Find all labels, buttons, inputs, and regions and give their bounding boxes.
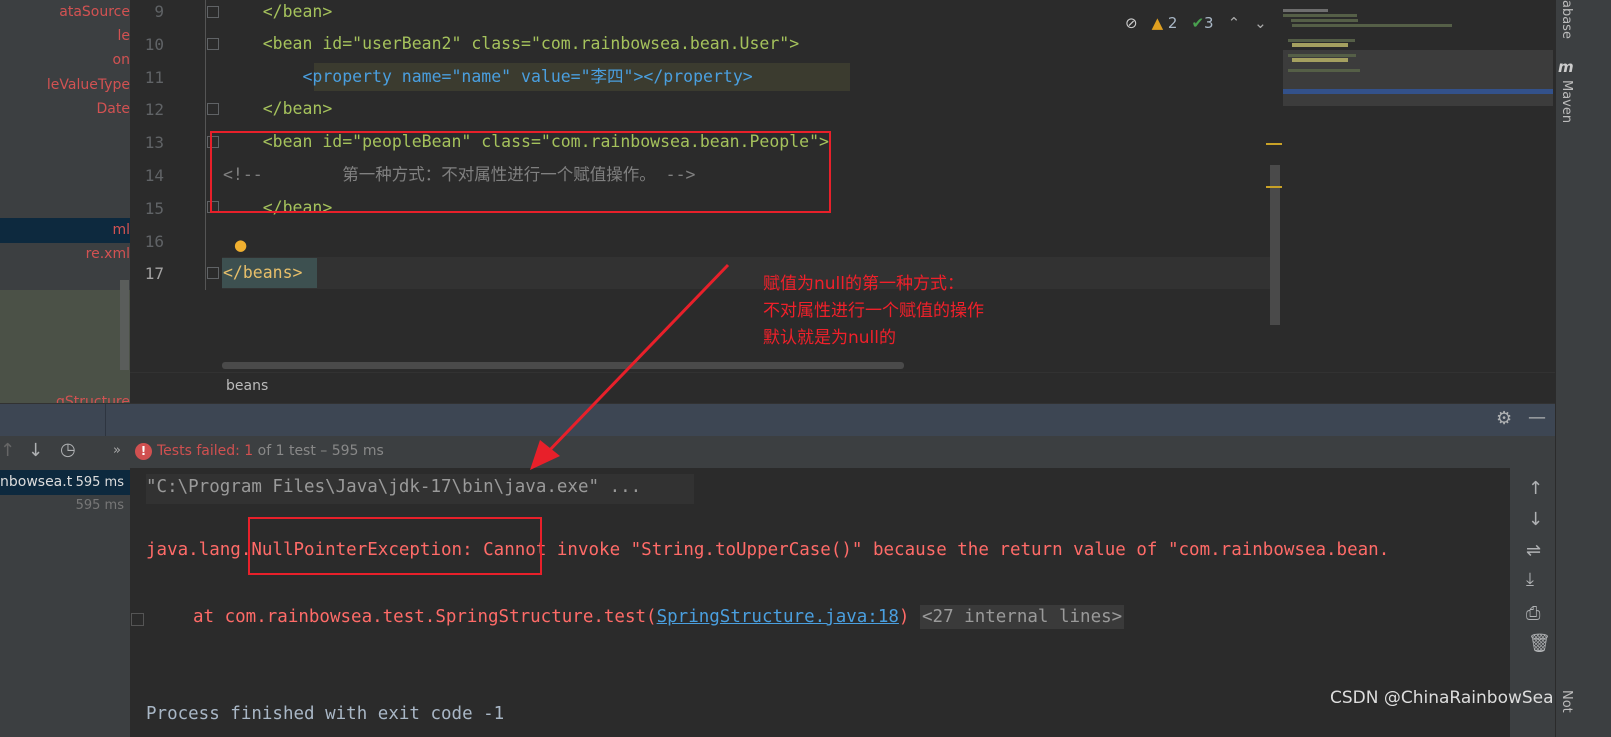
console-output[interactable]: "C:\Program Files\Java\jdk-17\bin\java.e… [130,468,1510,737]
warning-marker[interactable] [1266,143,1282,145]
fold-icon[interactable] [207,103,219,115]
tree-item[interactable]: le [0,24,130,49]
maven-icon: m [1558,58,1574,76]
next-highlight-icon[interactable]: ⌄ [1254,14,1267,32]
tree-item[interactable]: ataSource [0,0,130,25]
code-line: </beans> [223,263,303,282]
warning-count[interactable]: ▲ 2 [1152,14,1178,32]
internal-lines-fold[interactable]: <27 internal lines> [920,605,1125,629]
project-tree-panel: ataSource le on leValueType Date ml re.x… [0,0,130,403]
annotation-line: 默认就是为null的 [763,328,896,348]
run-tool-window-header: ⚙ — [0,403,1555,437]
status-summary: of 1 test – 595 ms [257,443,384,459]
tree-item[interactable]: re.xml [0,242,130,267]
line-number: 13 [144,133,164,152]
notifications-tool-button[interactable]: Not [1559,690,1574,713]
line-number: 9 [154,2,164,21]
code-minimap[interactable] [1283,6,1553,106]
test-time: 595 ms [75,498,124,513]
check-icon: ✔ [1191,14,1205,32]
line-number: 17 [144,264,164,283]
failed-count: 1 [244,443,254,459]
test-runner-toolbar: ↑ ↓ ◷ » ! Tests failed: 1 of 1 test – 59… [0,436,1555,468]
fold-icon[interactable] [207,267,219,279]
stack-frame: at com.rainbowsea.test.SpringStructure.t… [193,607,657,627]
up-arrow-icon[interactable]: ↑ [1528,478,1543,499]
ok-count[interactable]: ✔3 [1191,14,1213,32]
sidebar-scrollbar[interactable] [120,280,129,370]
reader-mode-icon[interactable]: ⊘ [1125,14,1138,32]
print-icon[interactable]: ⎙ [1526,603,1540,624]
maven-tool-button[interactable]: Maven [1559,80,1574,123]
previous-failed-icon[interactable]: ↑ [0,440,15,461]
fold-icon[interactable] [207,6,219,18]
warning-icon: ▲ [1151,14,1164,32]
tree-item[interactable]: Date [0,97,130,122]
annotation-line: 赋值为null的第一种方式： [763,274,964,294]
error-icon: ! [135,443,152,460]
annotation-arrow [530,263,730,470]
down-arrow-icon[interactable]: ↓ [1528,509,1543,530]
inspection-widget: ⊘ ▲ 2 ✔3 ⌃ ⌄ [1125,14,1267,32]
test-tree-item[interactable]: nbowsea.te 595 ms [0,470,130,495]
annotation-text: 赋值为null的第一种方式： 不对属性进行一个赋值的操作 默认就是为null的 [763,271,984,352]
gutter-divider [205,0,206,290]
tree-item[interactable]: leValueType [0,73,130,98]
console-command-line: "C:\Program Files\Java\jdk-17\bin\java.e… [146,477,642,497]
line-number: 15 [144,199,164,218]
tree-item[interactable]: gStructure [0,390,130,403]
tree-item[interactable]: on [0,48,130,73]
ok-count-value: 3 [1204,14,1214,32]
test-name: nbowsea.te [0,474,81,490]
breadcrumb: beans [130,372,1555,403]
more-icon[interactable]: » [113,443,121,458]
warning-marker[interactable] [1266,186,1282,188]
test-time: 595 ms [72,470,124,495]
fold-icon[interactable] [207,38,219,50]
stack-frame-end: ) [898,607,910,627]
trash-icon[interactable]: 🗑 [1528,633,1551,654]
settings-gear-icon[interactable]: ⚙ [1496,408,1512,429]
right-tool-stripe: abase m Maven Not [1555,0,1611,737]
annotation-line: 不对属性进行一个赋值的操作 [763,301,984,321]
watermark: CSDN @ChinaRainbowSea [1330,688,1554,708]
annotation-box [210,131,831,213]
previous-highlight-icon[interactable]: ⌃ [1228,14,1241,32]
warning-count-value: 2 [1167,14,1178,32]
code-line: </bean> [223,99,333,118]
history-icon[interactable]: ◷ [60,439,76,460]
tree-item-selected[interactable]: ml [0,218,130,243]
line-number: 14 [144,166,164,185]
line-number: 16 [144,232,164,251]
editor-vertical-scrollbar[interactable] [1270,165,1280,325]
stack-trace-line: at com.rainbowsea.test.SpringStructure.t… [193,605,1125,629]
test-status: Tests failed: 1 of 1 test – 595 ms [157,443,384,459]
breadcrumb-item-beans[interactable]: beans [226,378,268,394]
database-tool-button[interactable]: abase [1559,0,1574,39]
current-line-highlight [222,257,1280,289]
annotation-box [248,517,542,575]
test-results-tree: nbowsea.te 595 ms 595 ms [0,468,130,737]
minimize-icon[interactable]: — [1528,407,1546,428]
soft-wrap-icon[interactable]: ⇌ [1526,540,1541,561]
process-exit-message: Process finished with exit code -1 [146,704,505,724]
line-number: 10 [144,35,164,54]
source-link[interactable]: SpringStructure.java:18 [657,607,899,627]
line-number: 12 [144,100,164,119]
scroll-to-end-icon[interactable]: ⤓ [1526,569,1534,590]
code-line: </bean> [223,2,333,21]
status-label: Tests failed: [157,443,240,459]
next-failed-icon[interactable]: ↓ [28,440,43,461]
expand-icon[interactable] [131,613,144,626]
code-line: <bean id="userBean2" class="com.rainbows… [223,34,800,53]
line-number: 11 [144,68,164,87]
code-line: <property name="name" value="李四"></prope… [223,67,753,86]
lightbulb-icon[interactable]: ● [234,236,247,254]
